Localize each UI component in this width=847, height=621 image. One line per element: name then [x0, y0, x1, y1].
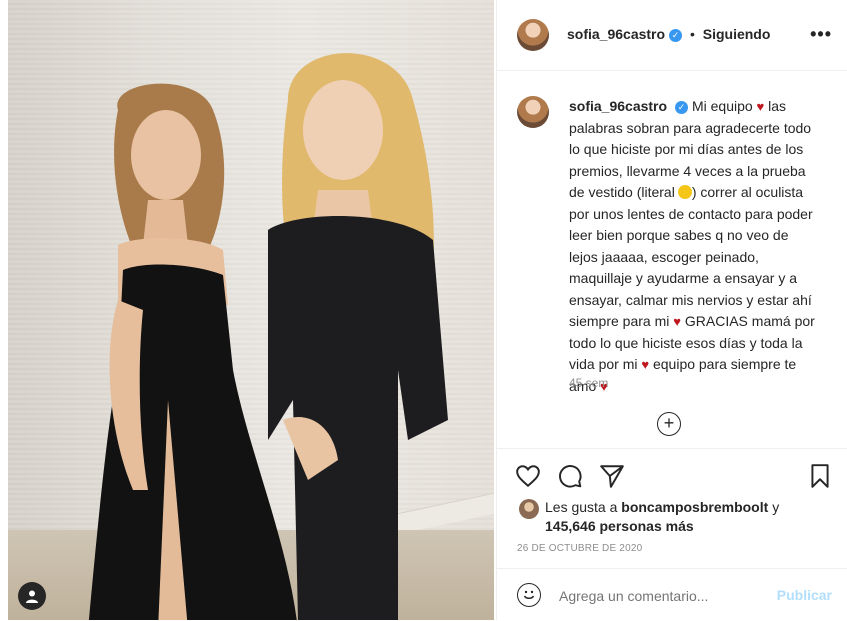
- smiley-icon: [523, 590, 535, 599]
- heart-like-icon[interactable]: [515, 463, 541, 489]
- laughing-emoji-icon: [677, 185, 692, 199]
- liker-username[interactable]: boncamposbremboolt: [621, 499, 768, 515]
- red-heart-emoji-icon: ♥: [641, 357, 650, 372]
- caption-username[interactable]: sofia_96castro: [569, 98, 667, 114]
- comment-composer: Publicar: [497, 568, 847, 621]
- verified-icon: ✓: [669, 28, 683, 42]
- likes-and: y: [772, 499, 780, 515]
- post-side-panel: sofia_96castro ✓ • Siguiendo ••• sofia_96…: [496, 0, 847, 620]
- red-heart-emoji-icon: ♥: [756, 99, 765, 114]
- comment-icon[interactable]: [557, 463, 583, 489]
- post-photo[interactable]: [8, 0, 494, 620]
- action-bar: [497, 448, 847, 505]
- caption-text: Mi equipo: [691, 98, 753, 114]
- dot-separator: •: [689, 26, 695, 42]
- emoji-picker-icon[interactable]: [517, 583, 541, 607]
- caption-text: palabras sobran para agradecerte: [569, 119, 780, 136]
- likes-prefix: Les gusta a: [545, 499, 618, 515]
- likes-count-link[interactable]: 145,646 personas más: [545, 518, 694, 534]
- post-caption: sofia_96castro ✓ Mi equipo ♥ las palabras…: [569, 96, 819, 397]
- header-user-line: sofia_96castro ✓ • Siguiendo: [567, 26, 770, 42]
- caption-author-avatar[interactable]: [517, 96, 549, 128]
- more-options-icon[interactable]: •••: [810, 24, 832, 45]
- share-send-icon[interactable]: [599, 463, 625, 489]
- post-header: sofia_96castro ✓ • Siguiendo •••: [497, 0, 847, 71]
- caption-text: ) correr al: [691, 184, 752, 200]
- instagram-post-view: sofia_96castro ✓ • Siguiendo ••• sofia_96…: [0, 0, 847, 620]
- bookmark-save-icon[interactable]: [807, 463, 833, 489]
- person-icon: [26, 590, 38, 603]
- comment-input[interactable]: [557, 581, 771, 611]
- follow-status-button[interactable]: Siguiendo: [703, 26, 771, 42]
- person-right-figure: [268, 53, 448, 620]
- tagged-user-button[interactable]: [18, 582, 46, 610]
- load-more-comments-icon[interactable]: +: [657, 412, 681, 436]
- verified-icon: ✓: [675, 100, 689, 114]
- publish-button[interactable]: Publicar: [777, 587, 832, 603]
- likes-summary: Les gusta a boncamposbremboolt y 145,646…: [519, 498, 815, 536]
- author-avatar[interactable]: [517, 19, 549, 51]
- liker-avatar[interactable]: [519, 499, 539, 519]
- caption-text: las: [768, 98, 787, 114]
- post-date[interactable]: 26 DE OCTUBRE DE 2020: [517, 543, 642, 554]
- author-username[interactable]: sofia_96castro: [567, 26, 665, 42]
- likes-text: Les gusta a boncamposbremboolt y 145,646…: [545, 498, 815, 536]
- red-heart-emoji-icon: ♥: [673, 314, 681, 329]
- caption-timestamp[interactable]: 45 sem: [569, 376, 608, 390]
